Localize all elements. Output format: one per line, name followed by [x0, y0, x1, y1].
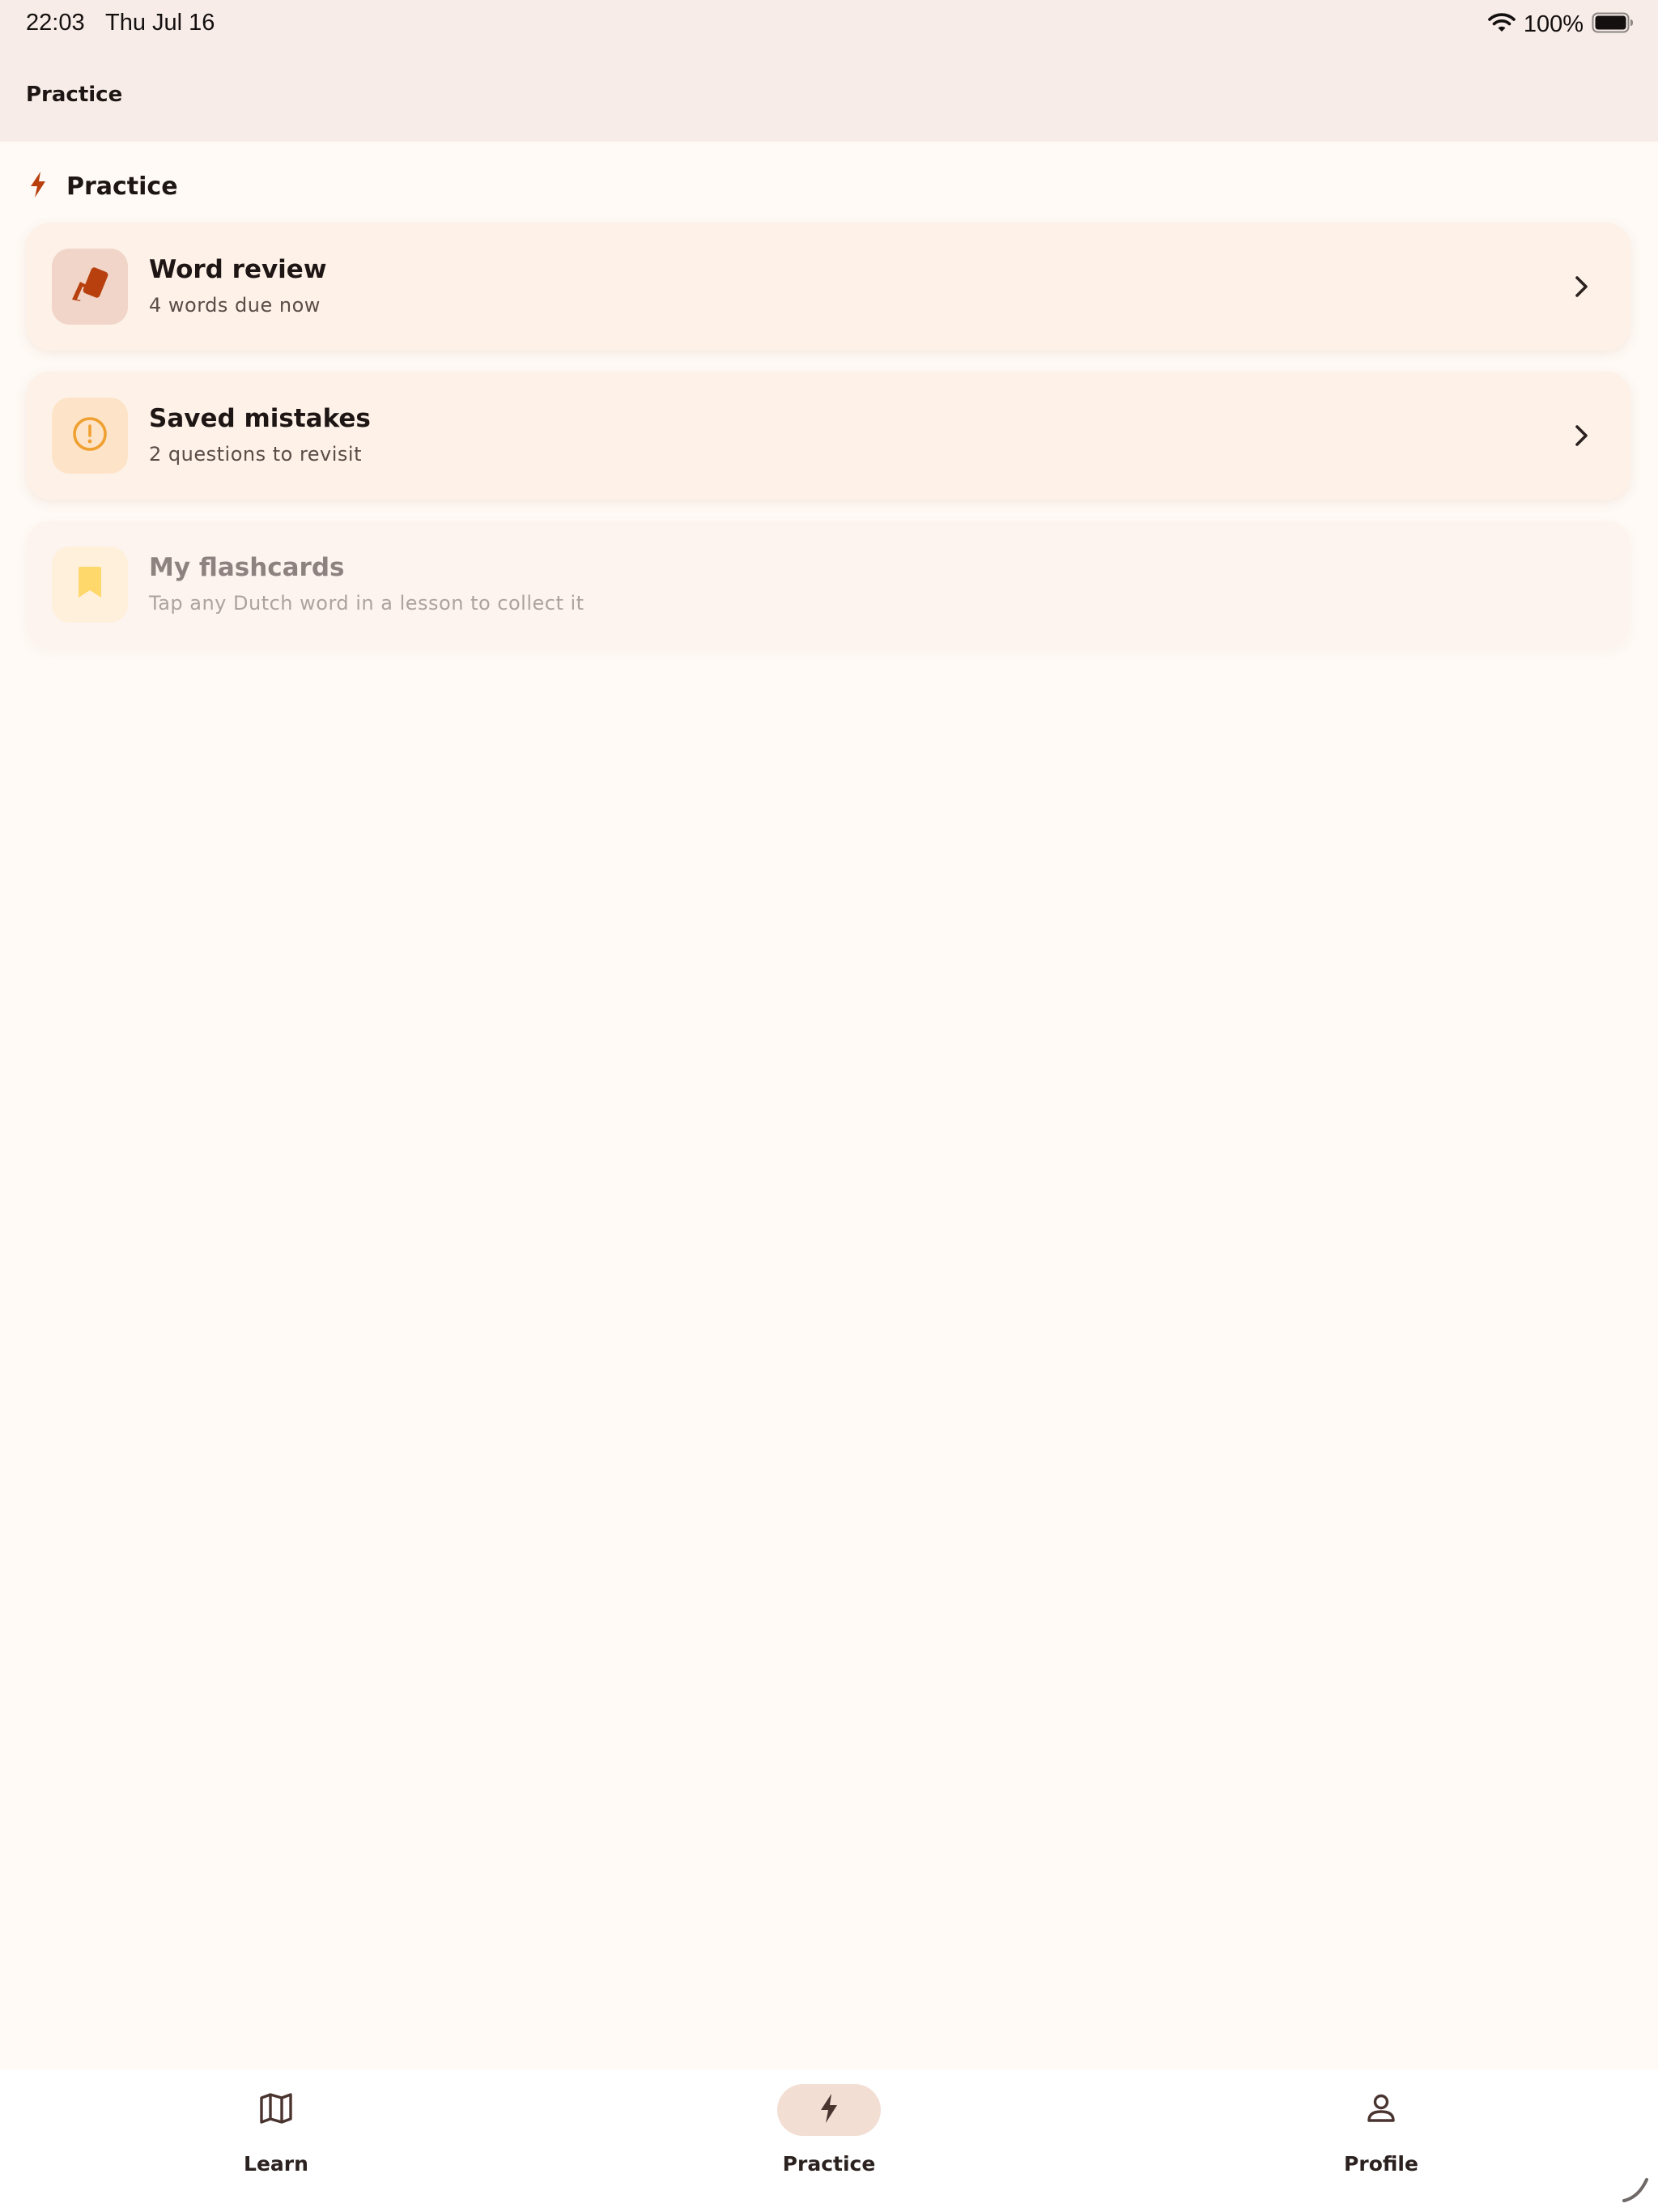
saved-mistakes-card[interactable]: Saved mistakes 2 questions to revisit [26, 372, 1630, 500]
map-icon [258, 2092, 294, 2128]
person-icon [1365, 2092, 1397, 2128]
cards-icon [69, 266, 111, 308]
bottom-tab-bar: Learn Practice Profile [0, 2069, 1658, 2212]
tab-practice[interactable]: Practice [748, 2084, 910, 2189]
lightning-icon [29, 171, 47, 202]
tab-label: Profile [1344, 2152, 1418, 2176]
word-review-card[interactable]: Word review 4 words due now [26, 223, 1630, 351]
tab-profile[interactable]: Profile [1300, 2084, 1462, 2189]
page-title: Practice [26, 83, 123, 107]
card-icon-container [52, 398, 128, 474]
tab-icon-container [1329, 2084, 1433, 2136]
wifi-icon [1488, 12, 1516, 36]
card-title: Word review [149, 255, 327, 284]
section-header: Practice [29, 170, 178, 202]
chevron-right-icon [1564, 419, 1598, 453]
resize-handle-icon [1619, 2173, 1652, 2206]
bookmark-icon [75, 565, 104, 604]
tab-icon-container [777, 2084, 881, 2136]
status-bar: 22:03 Thu Jul 16 100% [0, 0, 1658, 52]
lightning-icon [819, 2093, 839, 2127]
alert-circle-icon [70, 414, 110, 457]
card-title: Saved mistakes [149, 404, 371, 433]
battery-percentage: 100% [1523, 11, 1584, 37]
battery-icon [1592, 12, 1634, 36]
card-subtitle: Tap any Dutch word in a lesson to collec… [149, 592, 585, 615]
chevron-right-icon [1564, 270, 1598, 304]
card-subtitle: 4 words due now [149, 294, 321, 317]
tab-learn[interactable]: Learn [195, 2084, 357, 2189]
card-subtitle: 2 questions to revisit [149, 443, 362, 466]
status-date: Thu Jul 16 [105, 10, 215, 36]
section-title: Practice [66, 172, 178, 201]
tab-label: Learn [244, 2152, 308, 2176]
card-icon-container [52, 547, 128, 623]
my-flashcards-card: My flashcards Tap any Dutch word in a le… [26, 521, 1630, 649]
status-time: 22:03 [26, 10, 85, 36]
card-icon-container [52, 249, 128, 325]
tab-icon-container [224, 2084, 328, 2136]
status-indicators: 100% [1488, 8, 1634, 40]
card-title: My flashcards [149, 553, 345, 582]
app-header: Practice [0, 52, 1658, 142]
tab-label: Practice [782, 2152, 876, 2176]
